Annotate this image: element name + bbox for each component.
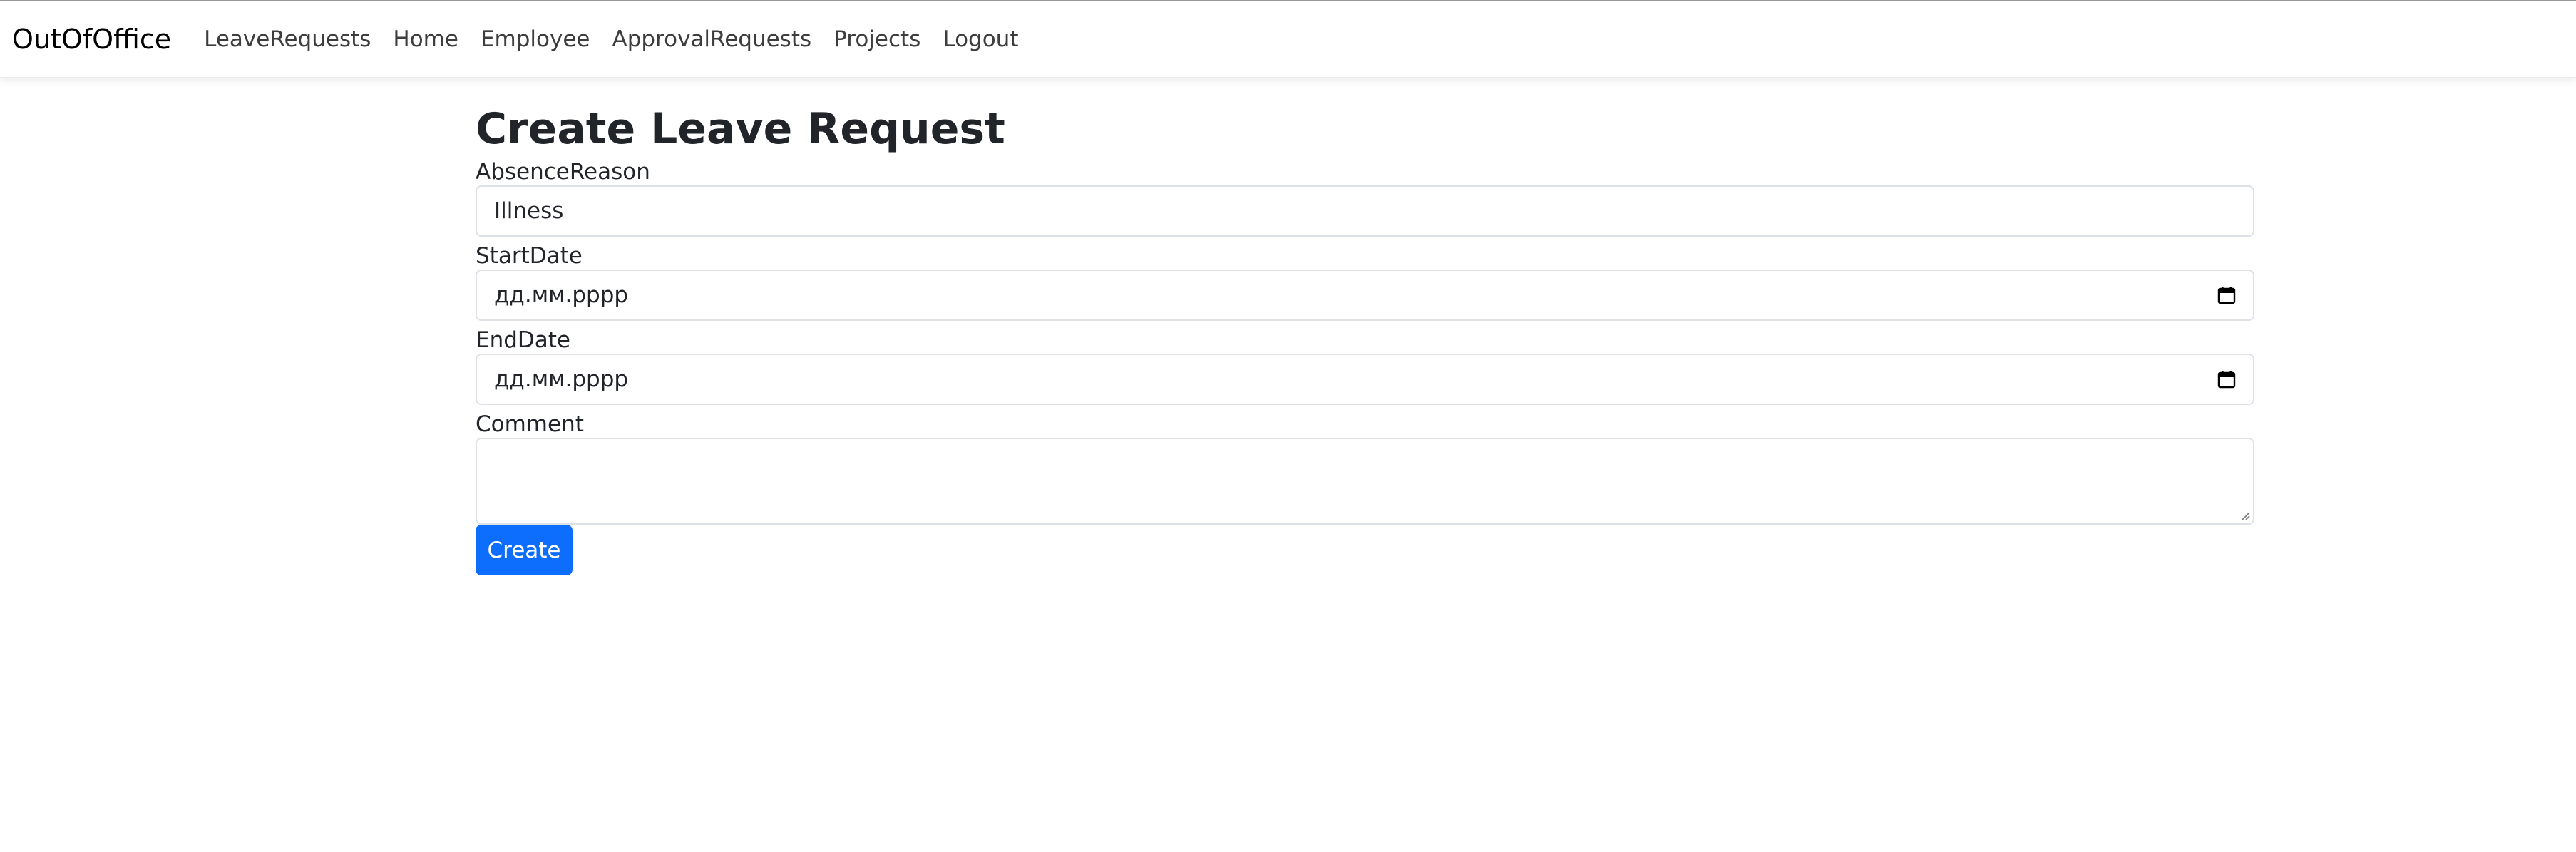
navbar: OutOfOffice LeaveRequests Home Employee … xyxy=(0,1,2576,78)
absence-reason-label: AbsenceReason xyxy=(476,159,650,185)
nav-link-approval-requests[interactable]: ApprovalRequests xyxy=(612,26,812,52)
page-title: Create Leave Request xyxy=(476,104,1005,154)
nav-link-projects[interactable]: Projects xyxy=(833,26,920,52)
start-date-value: дд.мм.рррр xyxy=(494,282,629,308)
calendar-icon[interactable] xyxy=(2217,286,2236,304)
nav-link-home[interactable]: Home xyxy=(393,26,458,52)
resize-grip-icon[interactable] xyxy=(2239,509,2250,520)
create-leave-request-form: Create Leave Request AbsenceReason Illne… xyxy=(476,100,2254,575)
nav-links: LeaveRequests Home Employee ApprovalRequ… xyxy=(204,26,1040,52)
create-button[interactable]: Create xyxy=(476,525,573,575)
start-date-input[interactable]: дд.мм.рррр xyxy=(476,270,2254,321)
end-date-label: EndDate xyxy=(476,327,571,353)
end-date-value: дд.мм.рррр xyxy=(494,366,629,392)
nav-link-employee[interactable]: Employee xyxy=(481,26,590,52)
nav-link-logout[interactable]: Logout xyxy=(943,26,1018,52)
end-date-input[interactable]: дд.мм.рррр xyxy=(476,354,2254,405)
calendar-icon[interactable] xyxy=(2217,370,2236,389)
absence-reason-input[interactable]: Illness xyxy=(476,185,2254,237)
comment-label: Comment xyxy=(476,411,584,437)
absence-reason-value: Illness xyxy=(494,198,564,224)
start-date-label: StartDate xyxy=(476,243,583,269)
nav-link-leave-requests[interactable]: LeaveRequests xyxy=(204,26,371,52)
brand-link[interactable]: OutOfOffice xyxy=(12,24,171,55)
comment-textarea[interactable] xyxy=(476,438,2254,525)
